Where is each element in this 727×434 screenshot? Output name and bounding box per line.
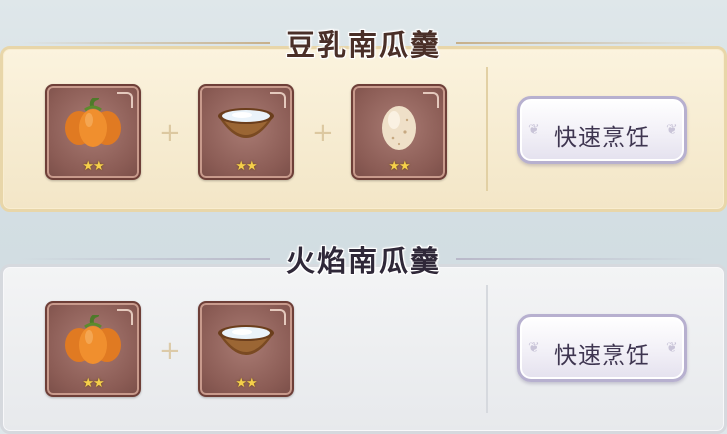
pumpkin-icon [65, 315, 121, 364]
recipe-title: 豆乳南瓜羹 [285, 28, 441, 62]
quick-cook-button[interactable]: ❦ 快速烹饪 ❦ [517, 314, 687, 382]
plus-sign: + [312, 118, 334, 148]
ingredient-star-rating: ★★ [82, 159, 104, 174]
button-ornament-right: ❦ [666, 122, 678, 138]
ingredient-slot-pumpkin[interactable]: ★★ [45, 84, 141, 180]
coconut-bowl-icon [218, 325, 274, 355]
ingredient-star-rating: ★★ [235, 376, 257, 391]
pumpkin-icon [65, 98, 121, 147]
panel-divider [486, 67, 488, 191]
recipe-panel: ★★ + ★★ + ★★ ❦ 快速烹饪 ❦ [0, 46, 727, 212]
ingredient-slot-coconut[interactable]: ★★ [198, 301, 294, 397]
ingredient-star-rating: ★★ [235, 159, 257, 174]
recipe-title-band: 豆乳南瓜羹 [0, 16, 727, 62]
ingredient-slot-egg[interactable]: ★★ [351, 84, 447, 180]
plus-sign: + [159, 118, 181, 148]
quick-cook-label: 快速烹饪 [554, 125, 650, 151]
ingredient-star-rating: ★★ [388, 159, 410, 174]
recipe-title-band: 火焰南瓜羹 [0, 232, 727, 278]
quick-cook-label: 快速烹饪 [554, 343, 650, 369]
quick-cook-button[interactable]: ❦ 快速烹饪 ❦ [517, 96, 687, 164]
button-ornament-right: ❦ [666, 340, 678, 356]
plus-sign: + [159, 336, 181, 366]
ingredient-star-rating: ★★ [82, 376, 104, 391]
panel-divider [486, 285, 488, 413]
recipe-title: 火焰南瓜羹 [285, 244, 441, 278]
coconut-bowl-icon [218, 108, 274, 138]
ingredient-slot-pumpkin[interactable]: ★★ [45, 301, 141, 397]
recipe-panel: ★★ + ★★ ❦ 快速烹饪 ❦ [0, 264, 727, 434]
egg-icon [382, 106, 416, 150]
ingredient-slot-coconut[interactable]: ★★ [198, 84, 294, 180]
